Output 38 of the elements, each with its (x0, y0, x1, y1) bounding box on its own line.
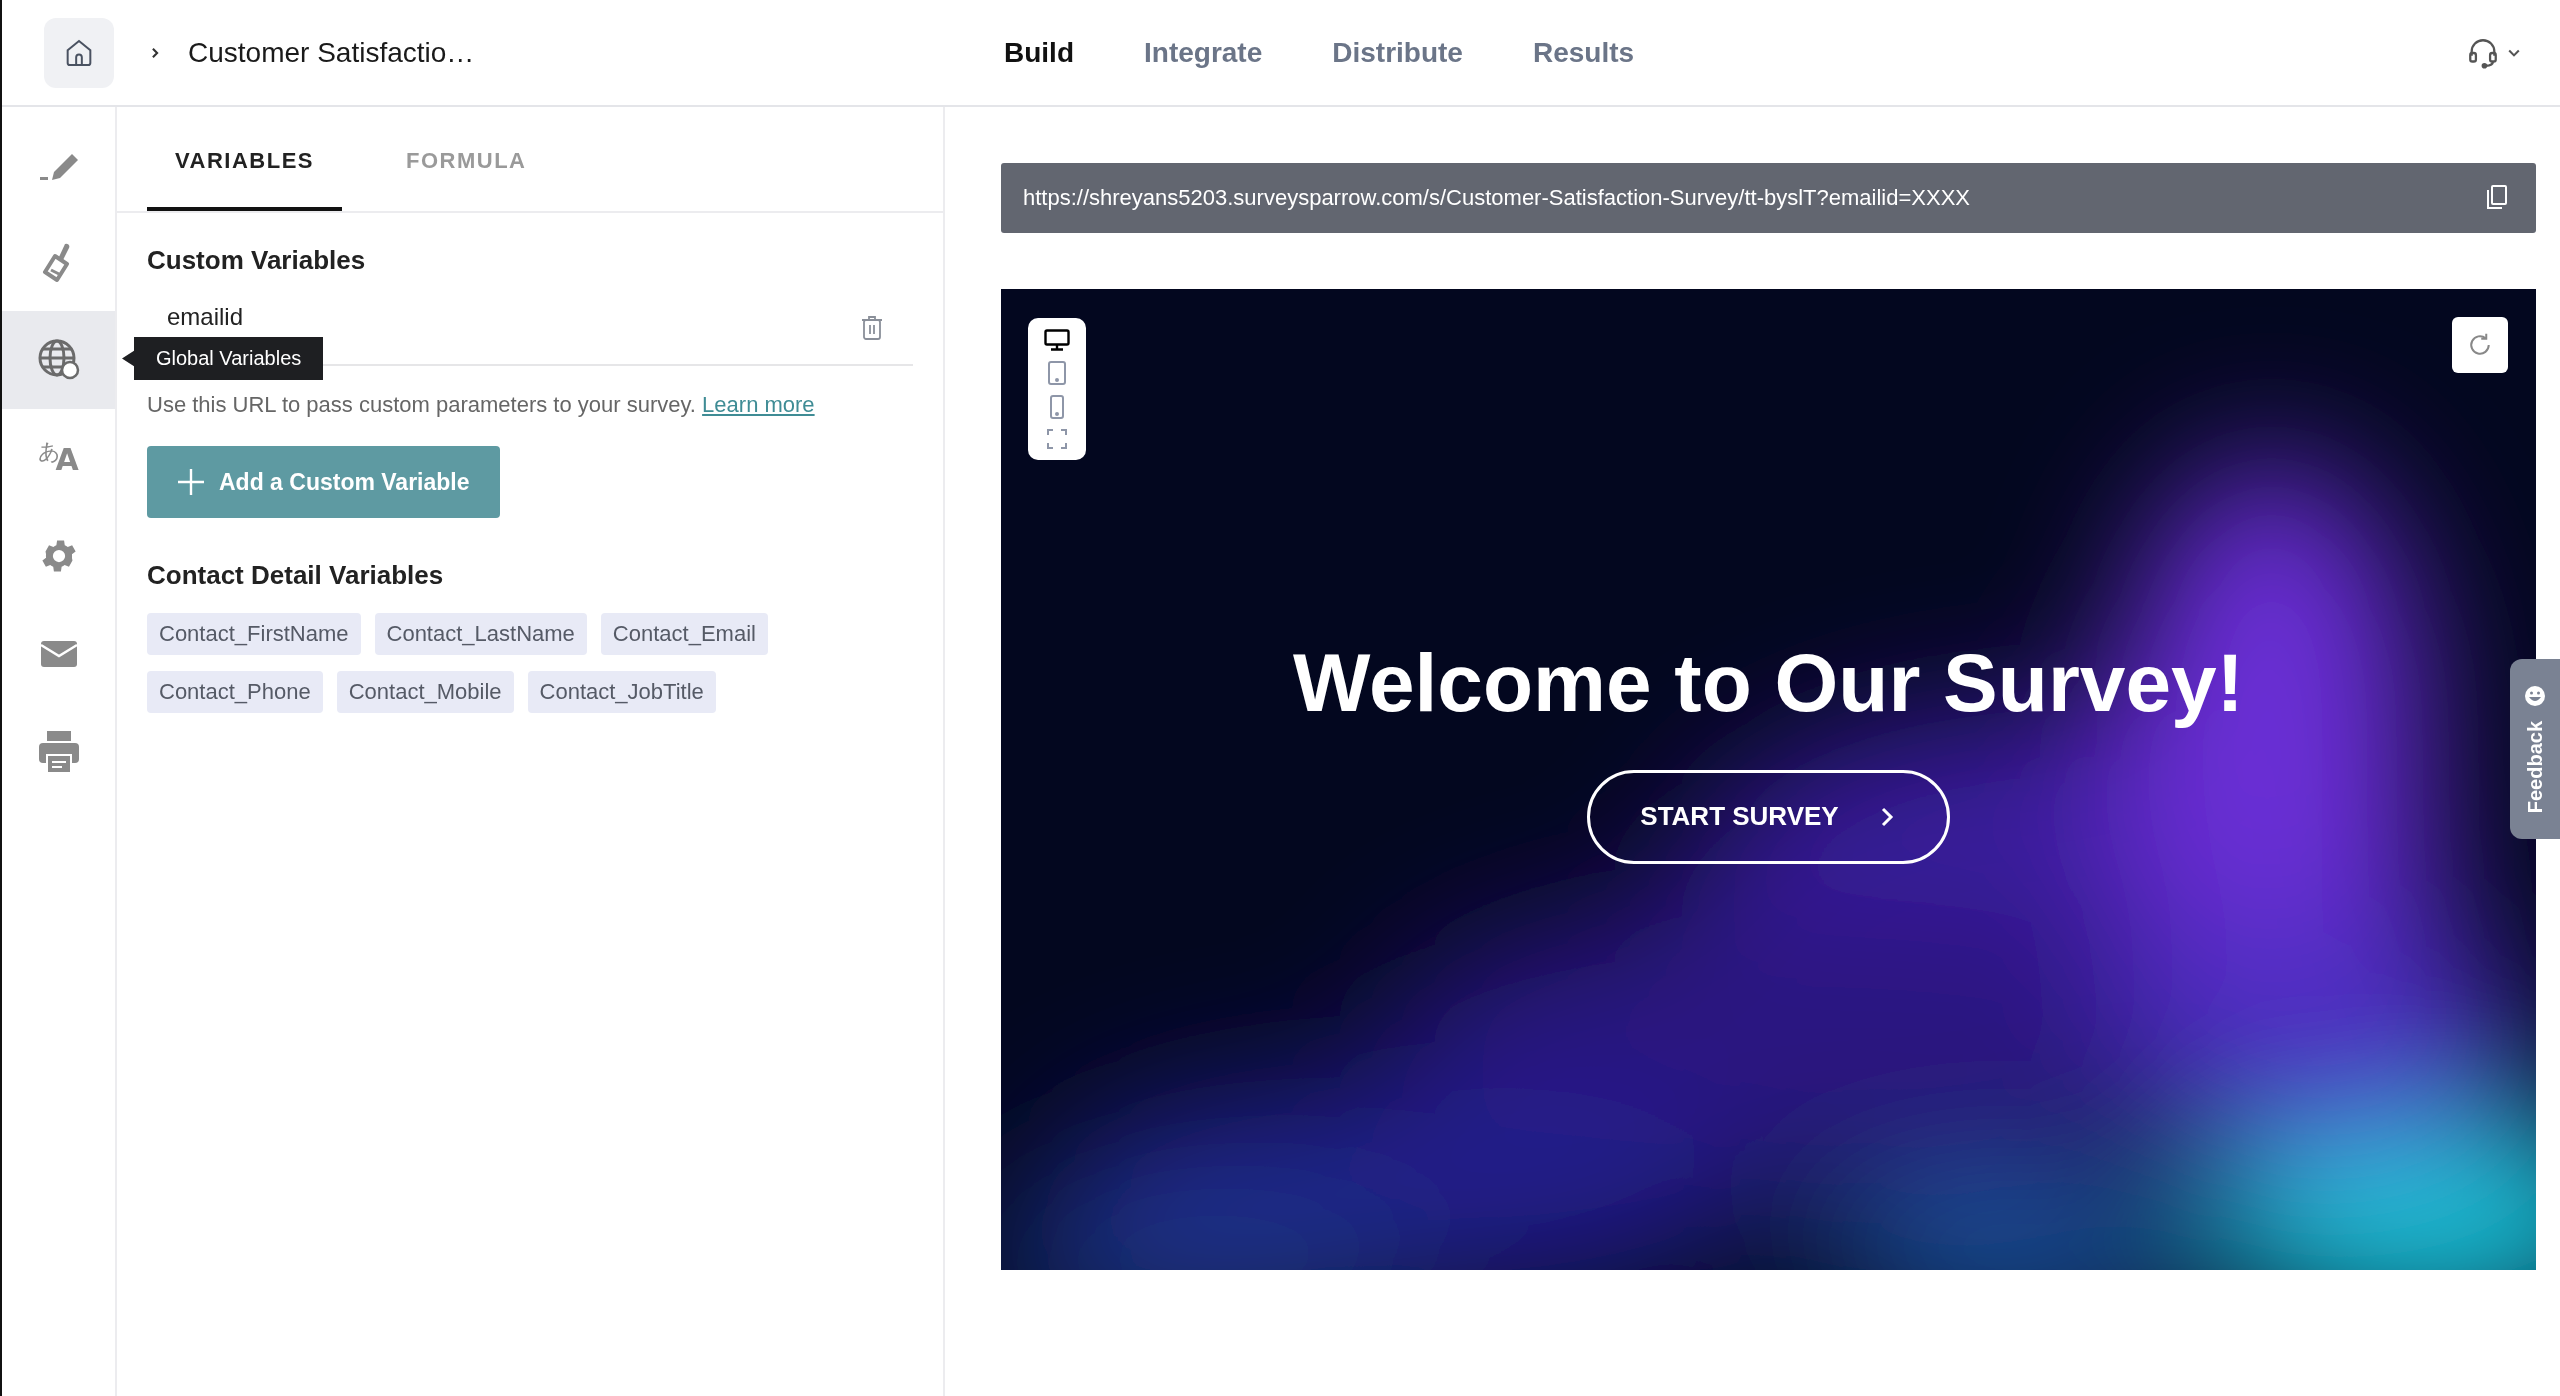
reload-button[interactable] (2452, 317, 2508, 373)
feedback-tab[interactable]: Feedback (2510, 659, 2560, 839)
plus-icon (177, 468, 205, 496)
tooltip: Global Variables (122, 337, 324, 380)
copy-icon[interactable] (2484, 184, 2510, 212)
survey-title[interactable]: Customer Satisfactio… (188, 36, 475, 69)
smiley-icon (2524, 684, 2546, 707)
phone-icon (1049, 395, 1065, 419)
tablet-icon (1047, 361, 1067, 385)
device-button[interactable] (1041, 326, 1073, 354)
sidebar-item[interactable] (2, 311, 115, 409)
home-button[interactable] (44, 17, 114, 88)
start-survey-button[interactable]: START SURVEY (1587, 769, 1950, 864)
variable-tag[interactable]: Contact_Email (600, 613, 768, 655)
welcome-title: Welcome to Our Survey! (1293, 635, 2244, 730)
variable-tag[interactable]: Contact_Mobile (336, 671, 514, 713)
trash-icon[interactable] (861, 315, 883, 341)
section-heading: Contact Detail Variables (147, 560, 445, 591)
nav-tab[interactable]: Results (1532, 36, 1635, 69)
fullscreen-button[interactable] (1044, 426, 1070, 452)
variable-tag[interactable]: Contact_Phone (147, 671, 323, 713)
help-text: Use this URL to pass custom parameters to your survey. Learn more (147, 392, 816, 418)
variable-input[interactable]: emailid (147, 303, 567, 331)
survey-url: https://shreyans5203.surveysparrow.com/s/Customer-Satisfaction-Survey/tt-byslT?emailid=XXXX (1023, 185, 1970, 211)
section-heading: Custom Variables (147, 245, 367, 276)
mail-icon (38, 639, 79, 669)
panel-tab[interactable]: VARIABLES (147, 107, 342, 211)
nav-tab[interactable]: Distribute (1332, 36, 1463, 69)
monitor-icon (1044, 329, 1070, 351)
nav-tab[interactable]: Build (1004, 36, 1074, 69)
variable-tag[interactable]: Contact_LastName (374, 613, 587, 655)
nav-tab[interactable]: Integrate (1144, 36, 1263, 69)
fullscreen-icon (1047, 429, 1067, 449)
printer-icon (36, 729, 81, 775)
variable-tag[interactable]: Contact_JobTitle (527, 671, 716, 713)
learn-more-link[interactable]: Learn more (702, 392, 815, 417)
variable-tag[interactable]: Contact_FirstName (147, 613, 361, 655)
add-variable-button[interactable]: Add a Custom Variable (147, 446, 500, 518)
